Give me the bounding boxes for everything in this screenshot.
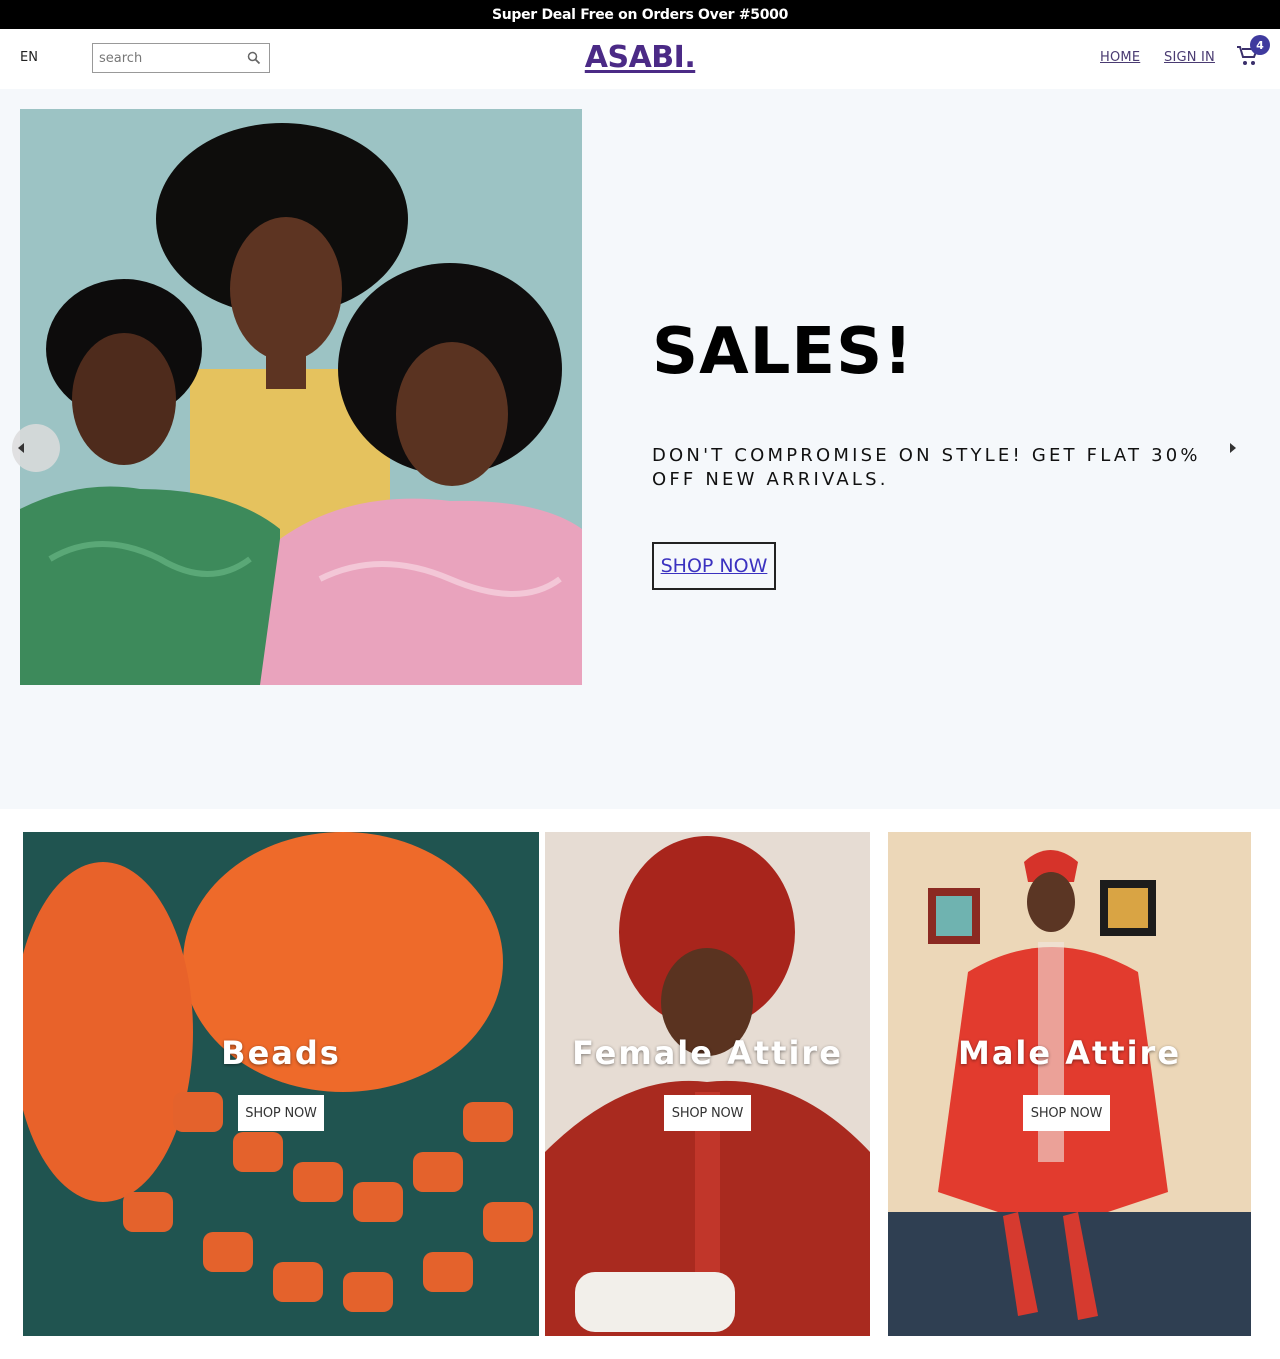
top-navbar: EN ASABI. HOME SIGN IN 4 bbox=[0, 29, 1280, 89]
slider-next-button[interactable] bbox=[1212, 424, 1260, 472]
category-title-beads: Beads bbox=[221, 1034, 341, 1072]
category-card-beads[interactable]: Beads SHOP NOW bbox=[23, 832, 539, 1336]
announcement-bar: Super Deal Free on Orders Over #5000 bbox=[0, 0, 1280, 29]
category-title-female-attire: Female Attire bbox=[572, 1034, 843, 1072]
female-attire-image bbox=[545, 832, 870, 1336]
brand-logo[interactable]: ASABI. bbox=[560, 40, 720, 75]
category-shop-now-male-attire[interactable]: SHOP NOW bbox=[1023, 1095, 1110, 1131]
hero-slider: SALES! DON'T COMPROMISE ON STYLE! GET FL… bbox=[0, 89, 1280, 809]
beads-image bbox=[23, 832, 539, 1336]
category-shop-now-beads[interactable]: SHOP NOW bbox=[238, 1095, 324, 1131]
nav-link-sign-in[interactable]: SIGN IN bbox=[1164, 50, 1215, 65]
male-attire-image bbox=[888, 832, 1251, 1336]
chevron-right-icon bbox=[1230, 443, 1236, 453]
hero-shop-now-button[interactable]: SHOP NOW bbox=[652, 542, 776, 590]
category-card-female-attire[interactable]: Female Attire SHOP NOW bbox=[545, 832, 870, 1336]
category-title-male-attire: Male Attire bbox=[957, 1034, 1182, 1072]
hero-description: DON'T COMPROMISE ON STYLE! GET FLAT 30% … bbox=[652, 445, 1201, 490]
nav-link-home[interactable]: HOME bbox=[1100, 50, 1140, 65]
announcement-text: Super Deal Free on Orders Over #5000 bbox=[491, 6, 789, 23]
search-icon[interactable] bbox=[247, 51, 261, 65]
slider-prev-button[interactable] bbox=[12, 424, 60, 472]
cart-count-badge: 4 bbox=[1250, 35, 1270, 55]
category-card-male-attire[interactable]: Male Attire SHOP NOW bbox=[888, 832, 1251, 1336]
search-input[interactable] bbox=[93, 44, 243, 72]
category-shop-now-female-attire[interactable]: SHOP NOW bbox=[664, 1095, 751, 1131]
hero-image bbox=[20, 109, 582, 685]
language-selector[interactable]: EN bbox=[20, 50, 38, 65]
chevron-left-icon bbox=[18, 443, 24, 453]
search-box[interactable] bbox=[92, 43, 270, 73]
hero-title: SALES! bbox=[652, 315, 914, 389]
